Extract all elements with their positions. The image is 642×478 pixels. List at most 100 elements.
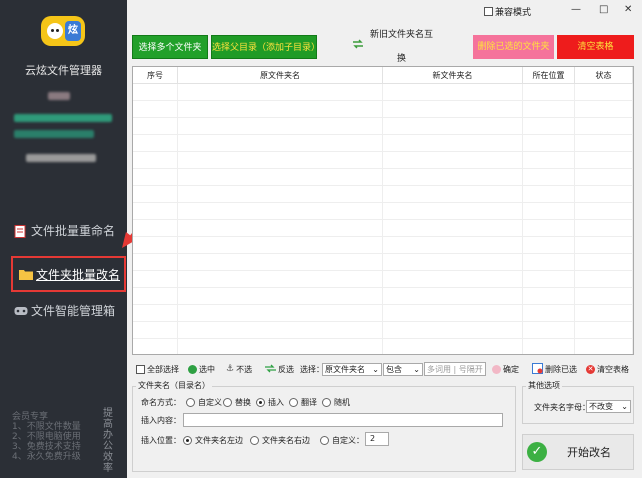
table-cell [383,135,523,151]
table-cell [133,288,178,304]
deselect-button[interactable]: ⚓ 不选 [226,361,252,377]
table-cell [575,339,633,354]
table-cell [133,186,178,202]
radio-icon [186,398,195,407]
check-circle-icon [188,364,197,374]
table-cell [575,288,633,304]
clear-table-small-button[interactable]: ✕ 清空表格 [586,361,629,377]
mode-radio-replace[interactable]: 替换 [223,397,251,408]
table-cell [523,186,575,202]
invert-button[interactable]: 反选 [265,361,294,377]
column-header[interactable]: 所在位置 [523,67,575,83]
position-radio-left[interactable]: 文件夹名左边 [183,435,243,446]
table-cell [575,169,633,185]
select-all-checkbox[interactable]: 全部选择 [136,361,179,377]
select-button[interactable]: 选中 [188,361,215,377]
app-logo: 炫 [41,16,85,46]
case-select-value: 不改变 [589,402,613,411]
match-select[interactable]: 包含 ⌄ [383,362,423,376]
table-row[interactable] [133,254,633,271]
sidebar-item-smart-box[interactable]: 文件智能管理箱 [14,302,115,319]
minimize-button[interactable]: — [571,4,581,15]
table-row[interactable] [133,169,633,186]
table-row[interactable] [133,237,633,254]
case-select[interactable]: 不改变 ⌄ [586,400,631,413]
field-select[interactable]: 原文件夹名 ⌄ [322,362,382,376]
column-header[interactable]: 序号 [133,67,178,83]
table-cell [133,84,178,100]
start-rename-button[interactable]: ✓ 开始改名 [522,434,634,470]
case-label: 文件夹名字母： [534,403,590,412]
delete-selected-label: 删除已选 [545,364,577,374]
anchor-icon: ⚓ [226,364,235,374]
add-folders-button[interactable]: 选择多个文件夹 [132,35,208,59]
swap-names-button[interactable]: 新旧文件夹名互换 [352,30,436,64]
other-options-title: 其他选项 [526,380,562,391]
column-header[interactable]: 新文件夹名 [383,67,523,83]
table-cell [523,118,575,134]
table-row[interactable] [133,271,633,288]
table-row[interactable] [133,305,633,322]
mode-radio-insert[interactable]: 插入 [256,397,284,408]
invert-label: 反选 [278,364,294,374]
sidebar-item-label: 文件智能管理箱 [31,304,116,318]
table-row[interactable] [133,101,633,118]
maximize-button[interactable]: □ [599,4,608,15]
insert-content-input[interactable] [183,413,503,427]
table-row[interactable] [133,186,633,203]
column-header[interactable]: 原文件夹名 [178,67,383,83]
sidebar-item-file-rename[interactable]: 文件批量重命名 [14,222,115,239]
column-header[interactable]: 状态 [575,67,633,83]
table-cell [575,101,633,117]
table-row[interactable] [133,322,633,339]
radio-label: 翻译 [301,398,317,407]
table-row[interactable] [133,135,633,152]
mode-label: 命名方式： [141,398,181,407]
table-cell [575,84,633,100]
delete-selected-folders-button[interactable]: 删除已选的文件夹 [473,35,554,59]
mode-radio-random[interactable]: 随机 [322,397,350,408]
table-cell [178,339,383,354]
table-cell [383,254,523,270]
delete-selected-button[interactable]: 删除已选 [532,361,577,377]
sidebar-item-folder-rename[interactable]: 文件夹批量改名 [11,256,126,292]
table-cell [178,101,383,117]
table-row[interactable] [133,339,633,354]
table-row[interactable] [133,152,633,169]
table-cell [575,135,633,151]
position-radio-right[interactable]: 文件夹名右边 [250,435,310,446]
table-cell [178,169,383,185]
mode-radio-custom[interactable]: 自定义 [186,397,222,408]
table-cell [133,220,178,236]
close-button[interactable]: ✕ [624,4,632,15]
checkbox-icon [484,7,493,16]
table-cell [133,339,178,354]
table-row[interactable] [133,220,633,237]
table-cell [523,135,575,151]
custom-position-input[interactable]: 2 [365,432,389,446]
filter-keyword-input[interactable]: 多词用 | 号隔开 [424,362,486,376]
confirm-label: 确定 [503,364,519,374]
table-cell [575,186,633,202]
table-cell [383,152,523,168]
table-row[interactable] [133,288,633,305]
swap-label: 新旧文件夹名互换 [369,30,433,64]
table-row[interactable] [133,118,633,135]
compat-mode-checkbox[interactable]: 兼容模式 [484,5,531,18]
position-radio-custom[interactable]: 自定义： [320,435,364,446]
clear-table-button[interactable]: 清空表格 [557,35,634,59]
radio-icon [320,436,329,445]
radio-icon [322,398,331,407]
sidebar-item-label: 文件夹批量改名 [36,267,121,282]
table-cell [383,271,523,287]
radio-label: 自定义 [198,398,222,407]
mode-radio-translate[interactable]: 翻译 [289,397,317,408]
add-parent-dir-button[interactable]: 选择父目录（添加子目录） [211,35,320,59]
table-row[interactable] [133,203,633,220]
folder-table[interactable]: 序号 原文件夹名 新文件夹名 所在位置 状态 [132,66,634,355]
table-row[interactable] [133,84,633,101]
confirm-button[interactable]: 确定 [492,361,519,377]
radio-label: 文件夹名右边 [262,436,310,445]
table-cell [178,135,383,151]
naming-group-title: 文件夹名（目录名） [136,380,212,391]
